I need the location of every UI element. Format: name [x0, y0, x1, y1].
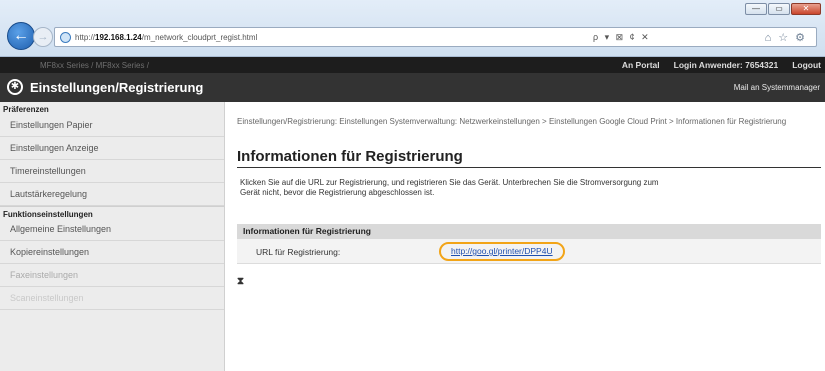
- sidebar-item-copy-settings[interactable]: Kopiereinstellungen: [0, 241, 224, 264]
- registration-url-row: URL für Registrierung: http://goo.gl/pri…: [237, 239, 821, 264]
- registration-info-header: Informationen für Registrierung: [237, 224, 821, 239]
- page-top-icon[interactable]: ⧗: [237, 276, 244, 287]
- sidebar-item-volume-control[interactable]: Lautstärkeregelung: [0, 183, 224, 206]
- browser-chrome: — ▭ ✕ ← → http://192.168.1.24/m_network_…: [0, 0, 825, 57]
- address-tools[interactable]: ρ ▾ ⊠ ¢ ✕: [593, 32, 651, 43]
- settings-gear-icon: ✱: [7, 79, 23, 95]
- sidebar-item-timer-settings[interactable]: Timereinstellungen: [0, 160, 224, 183]
- device-name: MF8xx Series / MF8xx Series /: [40, 61, 149, 70]
- main-content: Einstellungen/Registrierung: Einstellung…: [225, 102, 825, 371]
- sidebar-item-paper-settings[interactable]: Einstellungen Papier: [0, 114, 224, 137]
- login-user: Login Anwender: 7654321: [673, 60, 779, 70]
- page-titlebar: ✱ Einstellungen/Registrierung Mail an Sy…: [0, 73, 825, 102]
- minimize-button[interactable]: —: [745, 3, 767, 15]
- sidebar-section-function-settings: Funktionseinstellungen: [0, 206, 224, 219]
- page-description: Klicken Sie auf die URL zur Registrierun…: [240, 178, 659, 197]
- sidebar-item-general-settings[interactable]: Allgemeine Einstellungen: [0, 218, 224, 241]
- logout-link[interactable]: Logout: [792, 60, 821, 70]
- maximize-button[interactable]: ▭: [768, 3, 790, 15]
- registration-url-link[interactable]: http://goo.gl/printer/DPP4U: [439, 242, 565, 261]
- home-star-gear-icons[interactable]: ⌂☆⚙: [765, 31, 812, 44]
- back-arrow-icon[interactable]: ←: [7, 22, 35, 50]
- breadcrumb: Einstellungen/Registrierung: Einstellung…: [237, 117, 787, 126]
- address-url[interactable]: http://192.168.1.24/m_network_cloudprt_r…: [75, 33, 257, 42]
- sidebar-item-scan-settings[interactable]: Scaneinstellungen: [0, 287, 224, 310]
- sidebar: Präferenzen Einstellungen Papier Einstel…: [0, 102, 225, 371]
- page-globe-icon: [60, 32, 71, 43]
- window-controls: — ▭ ✕: [745, 3, 821, 15]
- device-topbar: MF8xx Series / MF8xx Series / An Portal …: [0, 57, 825, 73]
- mail-admin-link[interactable]: Mail an Systemmanager: [734, 83, 820, 92]
- page-title: Informationen für Registrierung: [237, 148, 463, 165]
- address-bar[interactable]: http://192.168.1.24/m_network_cloudprt_r…: [54, 27, 817, 47]
- sidebar-item-fax-settings[interactable]: Faxeinstellungen: [0, 264, 224, 287]
- app-title: Einstellungen/Registrierung: [30, 80, 204, 95]
- title-divider: [237, 167, 821, 168]
- forward-arrow-icon[interactable]: →: [33, 27, 53, 47]
- sidebar-section-preferences: Präferenzen: [3, 105, 49, 114]
- portal-link[interactable]: An Portal: [622, 60, 660, 70]
- sidebar-item-display-settings[interactable]: Einstellungen Anzeige: [0, 137, 224, 160]
- close-window-button[interactable]: ✕: [791, 3, 821, 15]
- registration-url-label: URL für Registrierung:: [256, 247, 341, 257]
